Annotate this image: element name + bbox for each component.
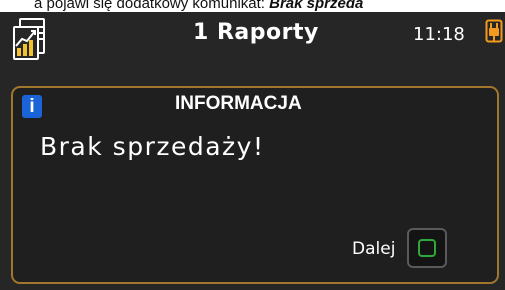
dialog-title: INFORMACJA [175,93,302,114]
document-text-plain: a pojawi się dodatkowy komunikat: [34,0,270,12]
confirm-button[interactable] [407,228,447,268]
confirm-square-icon [418,239,436,257]
page: a pojawi się dodatkowy komunikat: Brak s… [0,0,505,290]
device-screen: 1 Raporty 11:18 i INFORMACJA Brak sprzed… [0,12,505,290]
info-icon: i [22,95,42,118]
header-bar: 1 Raporty 11:18 [0,12,505,74]
power-plug-icon [485,19,503,43]
screen-title: 1 Raporty [193,20,319,45]
document-text-line: a pojawi się dodatkowy komunikat: Brak s… [34,0,363,11]
document-text-emphasis: Brak sprzeda [269,0,364,12]
next-button[interactable]: Dalej [352,228,454,272]
dialog-message: Brak sprzedaży! [40,132,265,161]
information-dialog: i INFORMACJA Brak sprzedaży! Dalej [11,86,499,284]
clock: 11:18 [413,24,465,45]
document-text-strip: a pojawi się dodatkowy komunikat: Brak s… [0,0,505,12]
next-label: Dalej [352,239,396,259]
reports-chart-icon[interactable] [12,17,50,63]
